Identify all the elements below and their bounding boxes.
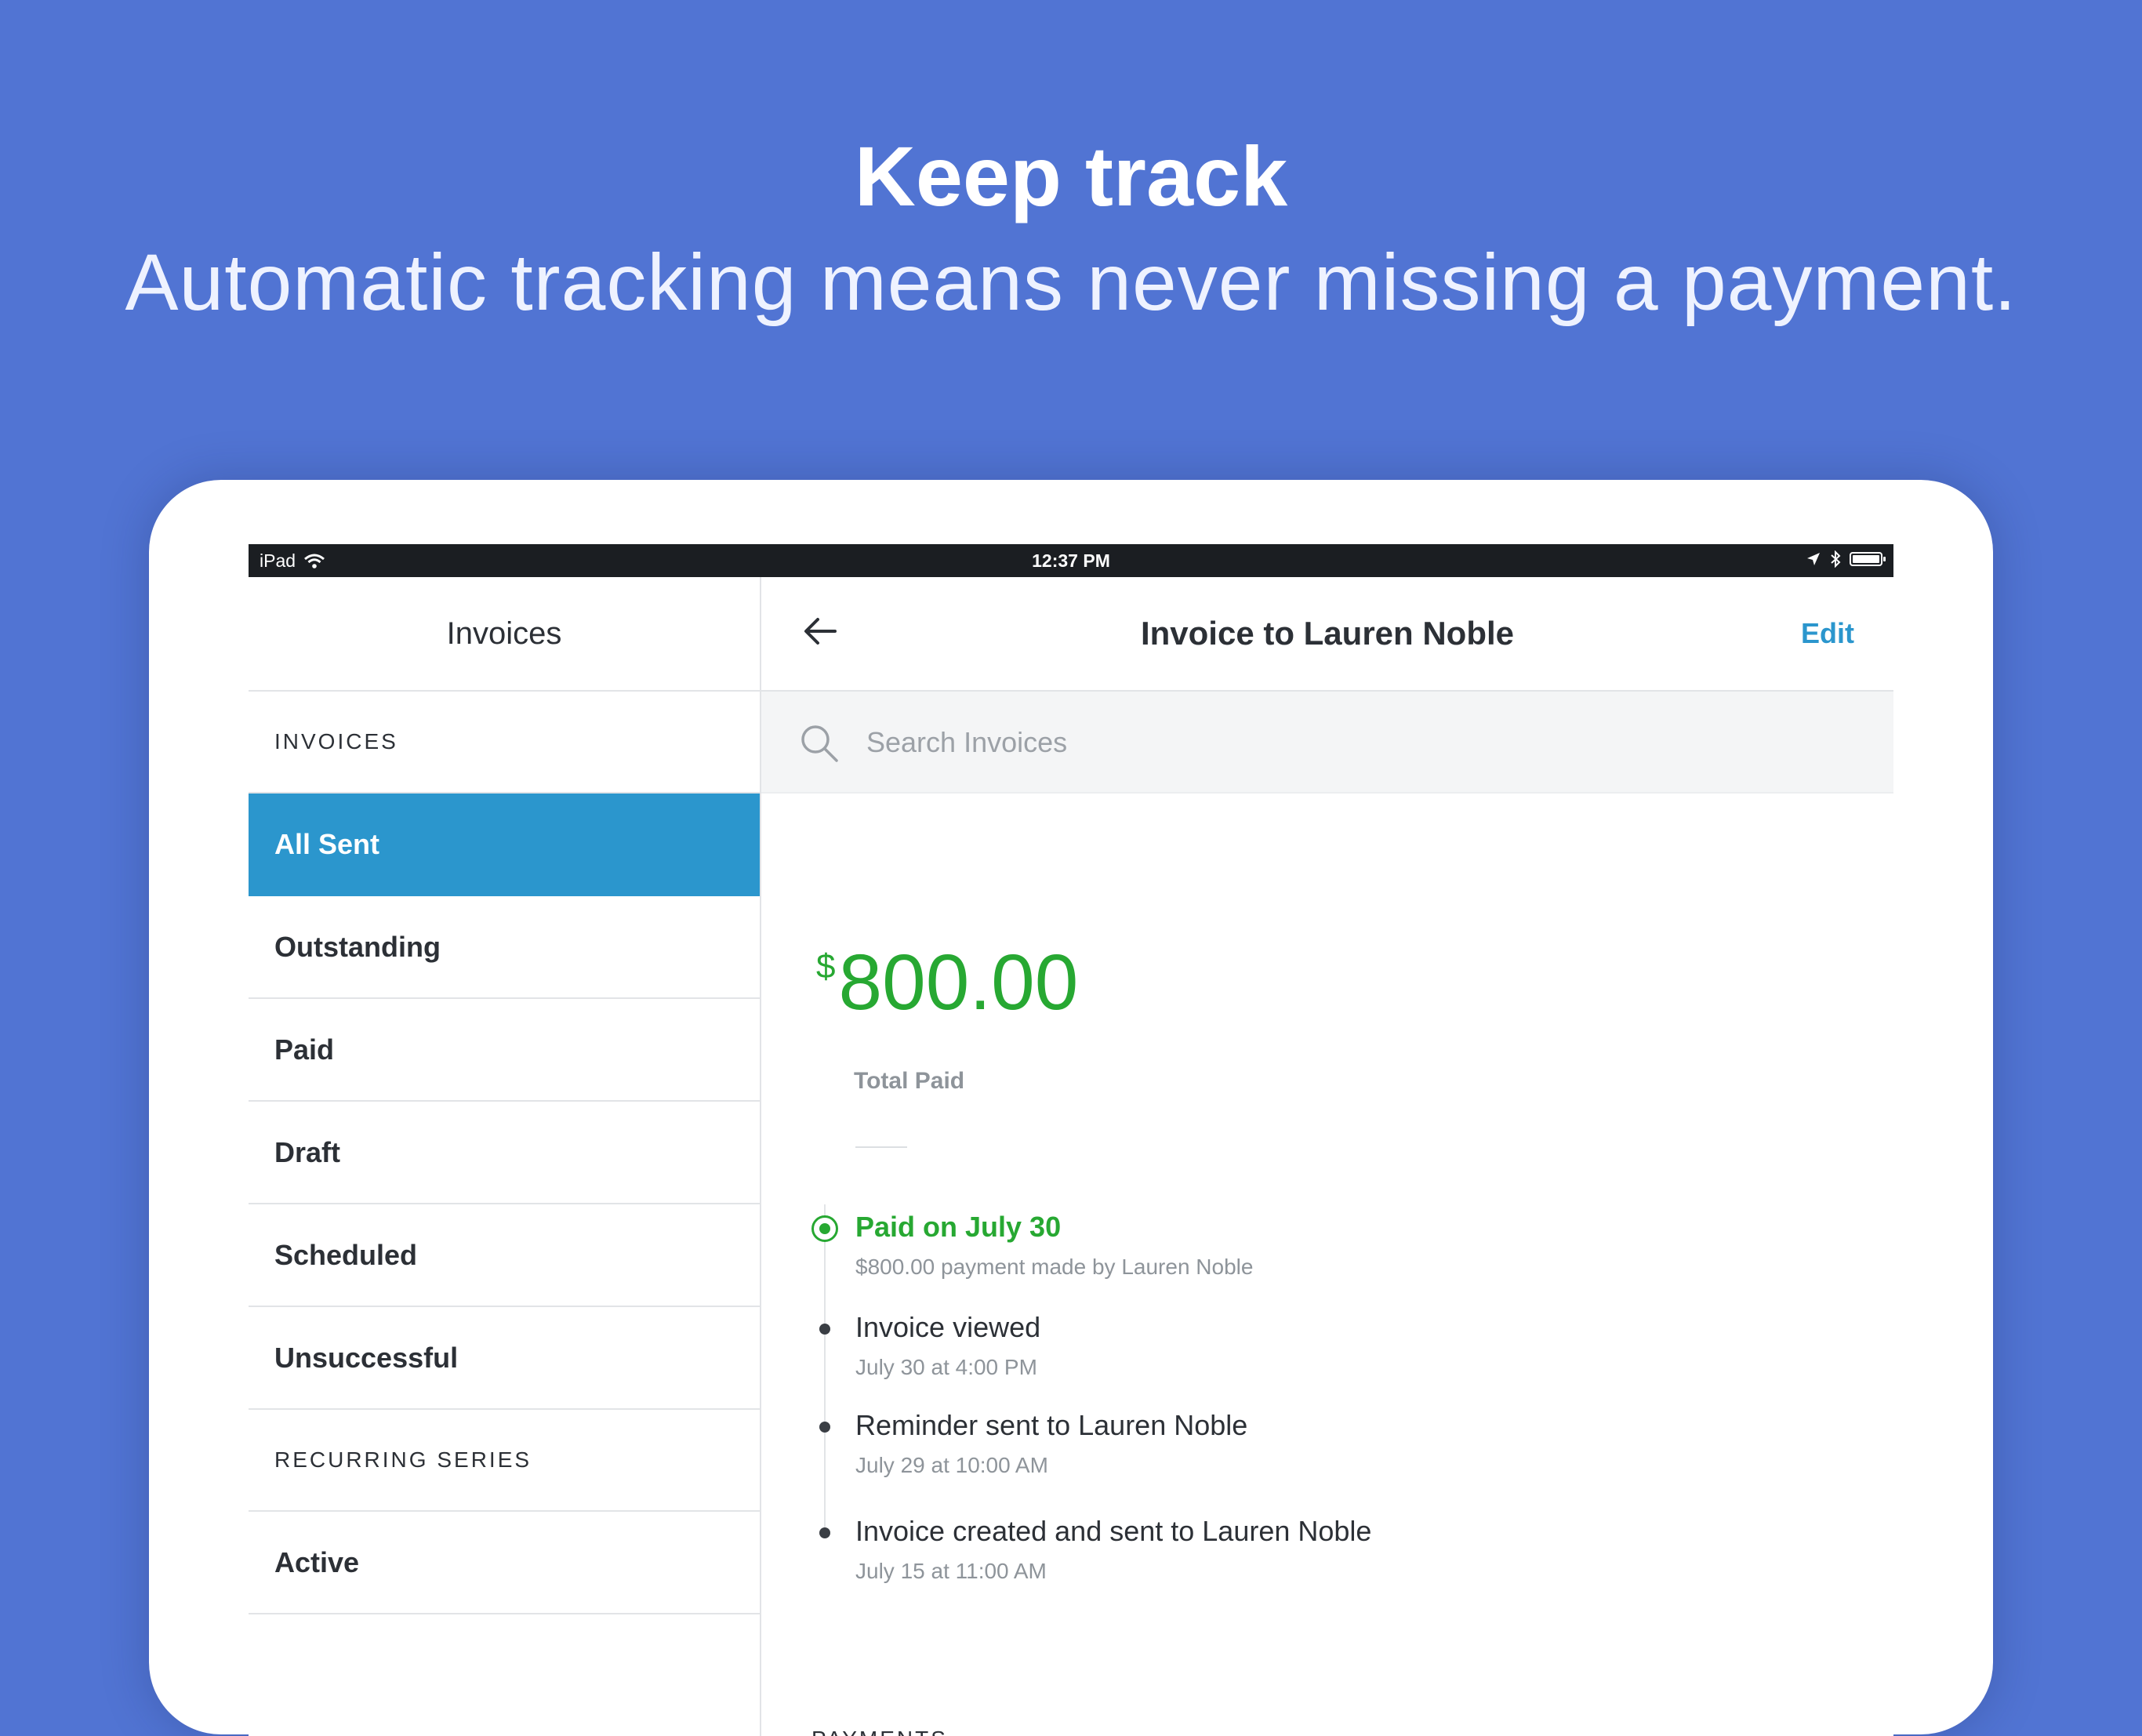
paid-status-icon: [811, 1215, 838, 1242]
sidebar-item-unsuccessful[interactable]: Unsuccessful: [249, 1307, 760, 1410]
status-bar: iPad 12:37 PM: [249, 544, 1893, 577]
status-right: [1806, 550, 1886, 568]
sidebar-item-paid[interactable]: Paid: [249, 999, 760, 1102]
event-subtitle: July 15 at 11:00 AM: [855, 1559, 1047, 1583]
back-arrow-icon[interactable]: [801, 612, 840, 651]
total-amount: 800.00: [838, 939, 1079, 1026]
section-label-recurring: RECURRING SERIES: [249, 1410, 760, 1512]
sidebar-item-scheduled[interactable]: Scheduled: [249, 1204, 760, 1307]
event-title: Invoice created and sent to Lauren Noble: [855, 1515, 1372, 1547]
ipad-frame: iPad 12:37 PM Invoices INVOICES All Sent…: [149, 480, 1993, 1736]
detail-header: Invoice to Lauren Noble Edit: [761, 577, 1893, 692]
sidebar-item-active[interactable]: Active: [249, 1512, 760, 1614]
event-subtitle: $800.00 payment made by Lauren Noble: [855, 1255, 1254, 1279]
hero-title: Keep track: [854, 129, 1288, 223]
search-icon: [801, 725, 838, 762]
sidebar-item-all-sent[interactable]: All Sent: [249, 794, 760, 896]
invoice-title: Invoice to Lauren Noble: [1140, 615, 1515, 652]
search-input[interactable]: [865, 718, 1809, 767]
section-label-invoices: INVOICES: [249, 692, 760, 794]
event-title: Paid on July 30: [855, 1211, 1062, 1243]
battery-icon: [1850, 552, 1886, 566]
sidebar-item-draft[interactable]: Draft: [249, 1102, 760, 1204]
hero-subtitle: Automatic tracking means never missing a…: [125, 238, 2017, 327]
event-subtitle: July 29 at 10:00 AM: [855, 1453, 1048, 1477]
timeline-dot: [819, 1324, 830, 1335]
total-paid-label: Total Paid: [854, 1068, 965, 1094]
timeline-dot: [819, 1527, 830, 1538]
divider: [855, 1146, 907, 1148]
bluetooth-icon: [1831, 550, 1841, 568]
location-arrow-icon: [1807, 553, 1820, 565]
event-title: Invoice viewed: [855, 1311, 1041, 1343]
search-bar: [761, 692, 1893, 794]
event-subtitle: July 30 at 4:00 PM: [855, 1355, 1037, 1379]
payments-section-label: PAYMENTS: [811, 1727, 948, 1736]
invoice-detail: Invoice to Lauren Noble Edit $ 800.00 To…: [761, 577, 1893, 1736]
sidebar-item-outstanding[interactable]: Outstanding: [249, 896, 760, 999]
edit-button[interactable]: Edit: [1801, 577, 1854, 690]
status-time: 12:37 PM: [1032, 550, 1110, 571]
timeline-line: [824, 1204, 826, 1534]
ipad-screen: iPad 12:37 PM Invoices INVOICES All Sent…: [249, 544, 1893, 1736]
event-title: Reminder sent to Lauren Noble: [855, 1409, 1248, 1441]
timeline-dot: [819, 1422, 830, 1433]
currency-symbol: $: [816, 947, 836, 986]
sidebar-title: Invoices: [249, 577, 760, 692]
sidebar: Invoices INVOICES All Sent Outstanding P…: [249, 577, 761, 1736]
amount-row: $ 800.00: [816, 939, 1078, 1026]
